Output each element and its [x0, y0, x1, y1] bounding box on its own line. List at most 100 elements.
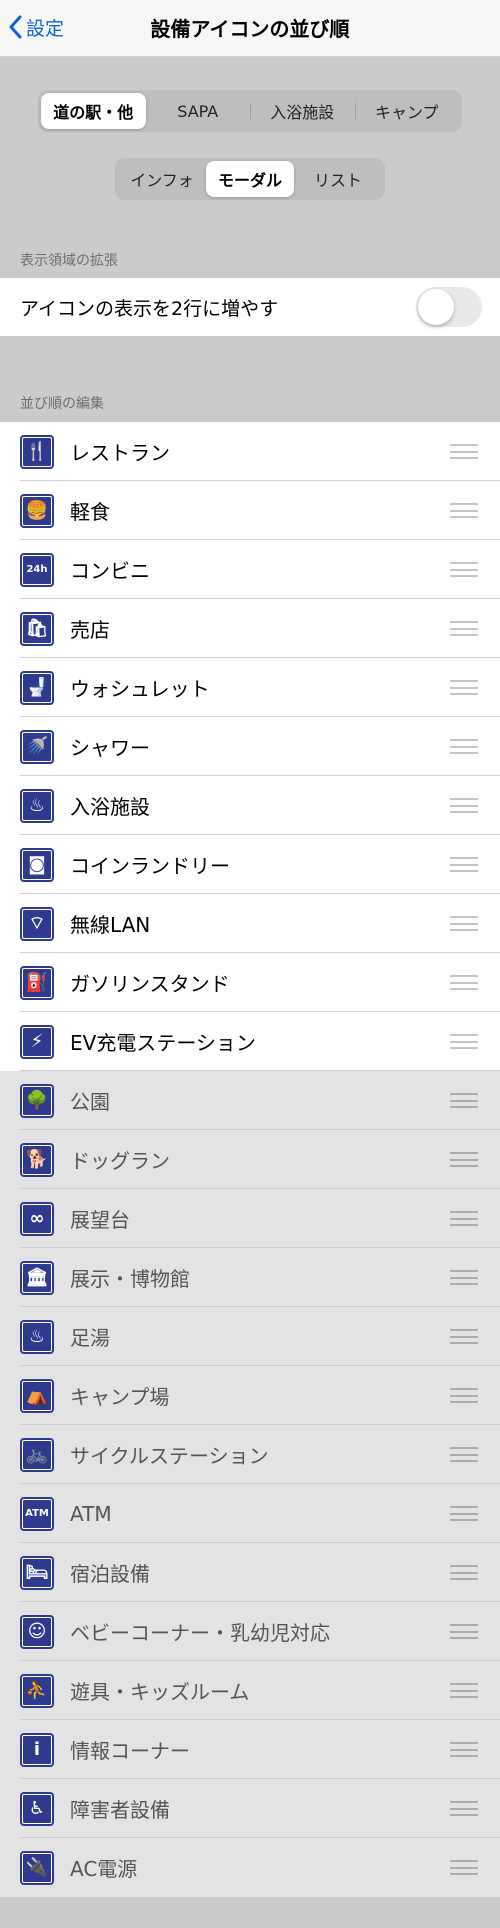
power-plug-icon: 🔌	[20, 1850, 54, 1885]
wheelchair-icon: ♿	[20, 1791, 54, 1826]
facility-order-list: 🍴 レストラン 🍔 軽食 24h コンビニ 🛍 売店 🚽 ウォシュレット 🚿 シャワー ♨ 入浴施設 ◙ コイ…	[0, 422, 500, 1897]
list-item[interactable]: ⌔ 無線LAN	[0, 894, 500, 953]
category-tab-0[interactable]: 道の駅・他	[41, 93, 146, 129]
list-item[interactable]: 🐕 ドッグラン	[0, 1130, 500, 1189]
shop-icon: 🛍	[20, 611, 54, 646]
list-item[interactable]: ◙ コインランドリー	[0, 835, 500, 894]
bath-icon: ♨	[20, 788, 54, 823]
drag-handle-icon[interactable]	[450, 1742, 478, 1757]
list-item-label: ドッグラン	[70, 1149, 170, 1173]
drag-handle-icon[interactable]	[450, 798, 478, 813]
drag-handle-icon[interactable]	[450, 1152, 478, 1167]
list-item[interactable]: 24h コンビニ	[0, 540, 500, 599]
drag-handle-icon[interactable]	[450, 1270, 478, 1285]
list-item[interactable]: 🛏 宿泊設備	[0, 1543, 500, 1602]
back-button[interactable]: 設定	[8, 12, 64, 42]
list-item[interactable]: 🛍 売店	[0, 599, 500, 658]
wifi-icon: ⌔	[20, 906, 54, 941]
chevron-left-icon	[9, 15, 22, 39]
list-item[interactable]: 🚿 シャワー	[0, 717, 500, 776]
list-item[interactable]: ⛺ キャンプ場	[0, 1366, 500, 1425]
toggle-knob	[418, 289, 454, 325]
drag-handle-icon[interactable]	[450, 916, 478, 931]
drag-handle-icon[interactable]	[450, 1211, 478, 1226]
page-title: 設備アイコンの並び順	[150, 17, 350, 41]
drag-handle-icon[interactable]	[450, 1624, 478, 1639]
list-item-label: レストラン	[70, 441, 170, 465]
drag-handle-icon[interactable]	[450, 1388, 478, 1403]
list-item-label: コンビニ	[70, 559, 150, 583]
drag-handle-icon[interactable]	[450, 621, 478, 636]
list-item[interactable]: ATM ATM	[0, 1484, 500, 1543]
two-row-toggle-switch[interactable]	[416, 287, 482, 327]
list-item[interactable]: 🍴 レストラン	[0, 422, 500, 481]
view-tab-1[interactable]: モーダル	[206, 161, 294, 197]
list-item[interactable]: ♨ 足湯	[0, 1307, 500, 1366]
list-item[interactable]: 🍔 軽食	[0, 481, 500, 540]
list-item[interactable]: 🏛 展示・博物館	[0, 1248, 500, 1307]
list-item-label: 足湯	[70, 1326, 110, 1350]
list-item-label: 障害者設備	[70, 1798, 170, 1822]
playground-icon: ⛹	[20, 1673, 54, 1708]
back-label: 設定	[26, 17, 65, 40]
category-tab-3[interactable]: キャンプ	[354, 93, 460, 129]
list-item-label: サイクルステーション	[70, 1444, 269, 1468]
list-item[interactable]: ⛽ ガソリンスタンド	[0, 953, 500, 1012]
drag-handle-icon[interactable]	[450, 562, 478, 577]
binoculars-icon: ∞	[20, 1201, 54, 1236]
list-item[interactable]: ∞ 展望台	[0, 1189, 500, 1248]
list-item-label: EV充電ステーション	[70, 1031, 256, 1055]
list-item[interactable]: ☺ ベビーコーナー・乳幼児対応	[0, 1602, 500, 1661]
category-tab-1[interactable]: SAPA	[146, 93, 251, 129]
view-tab-0[interactable]: インフォ	[118, 161, 206, 197]
foot-bath-icon: ♨	[20, 1319, 54, 1354]
baby-icon: ☺	[20, 1614, 54, 1649]
drag-handle-icon[interactable]	[450, 680, 478, 695]
list-item[interactable]: i 情報コーナー	[0, 1720, 500, 1779]
order-section-header: 並び順の編集	[20, 396, 104, 412]
park-icon: 🌳	[20, 1083, 54, 1118]
list-item[interactable]: ⚡ EV充電ステーション	[0, 1012, 500, 1071]
list-item[interactable]: ⛹ 遊具・キッズルーム	[0, 1661, 500, 1720]
drag-handle-icon[interactable]	[450, 1683, 478, 1698]
laundry-icon: ◙	[20, 847, 54, 882]
drag-handle-icon[interactable]	[450, 1093, 478, 1108]
drag-handle-icon[interactable]	[450, 503, 478, 518]
ev-charger-icon: ⚡	[20, 1024, 54, 1059]
drag-handle-icon[interactable]	[450, 444, 478, 459]
list-item[interactable]: ♿ 障害者設備	[0, 1779, 500, 1838]
shower-icon: 🚿	[20, 729, 54, 764]
two-row-toggle-row: アイコンの表示を2行に増やす	[0, 278, 500, 336]
bed-icon: 🛏	[20, 1555, 54, 1590]
view-tab-2[interactable]: リスト	[294, 161, 382, 197]
category-segmented-control: 道の駅・他 SAPA 入浴施設 キャンプ	[38, 90, 462, 132]
drag-handle-icon[interactable]	[450, 1034, 478, 1049]
list-item[interactable]: 🔌 AC電源	[0, 1838, 500, 1897]
list-item-label: 無線LAN	[70, 913, 151, 937]
drag-handle-icon[interactable]	[450, 1329, 478, 1344]
list-item-label: ATM	[70, 1501, 112, 1526]
drag-handle-icon[interactable]	[450, 975, 478, 990]
tent-icon: ⛺	[20, 1378, 54, 1413]
drag-handle-icon[interactable]	[450, 1447, 478, 1462]
dog-run-icon: 🐕	[20, 1142, 54, 1177]
list-item-label: シャワー	[70, 736, 150, 760]
list-item-label: キャンプ場	[70, 1385, 170, 1409]
drag-handle-icon[interactable]	[450, 1506, 478, 1521]
category-tab-2[interactable]: 入浴施設	[250, 93, 355, 129]
list-item-label: ベビーコーナー・乳幼児対応	[70, 1621, 330, 1645]
list-item[interactable]: ♨ 入浴施設	[0, 776, 500, 835]
drag-handle-icon[interactable]	[450, 1565, 478, 1580]
drag-handle-icon[interactable]	[450, 1801, 478, 1816]
list-item-label: 展望台	[70, 1208, 130, 1232]
drag-handle-icon[interactable]	[450, 1860, 478, 1875]
display-section-header: 表示領域の拡張	[20, 253, 118, 269]
list-item-label: 展示・博物館	[70, 1267, 190, 1291]
list-item-label: ウォシュレット	[70, 677, 210, 701]
drag-handle-icon[interactable]	[450, 739, 478, 754]
view-mode-segmented-control: インフォ モーダル リスト	[115, 158, 385, 200]
list-item[interactable]: 🌳 公園	[0, 1071, 500, 1130]
list-item[interactable]: 🚲 サイクルステーション	[0, 1425, 500, 1484]
drag-handle-icon[interactable]	[450, 857, 478, 872]
list-item[interactable]: 🚽 ウォシュレット	[0, 658, 500, 717]
